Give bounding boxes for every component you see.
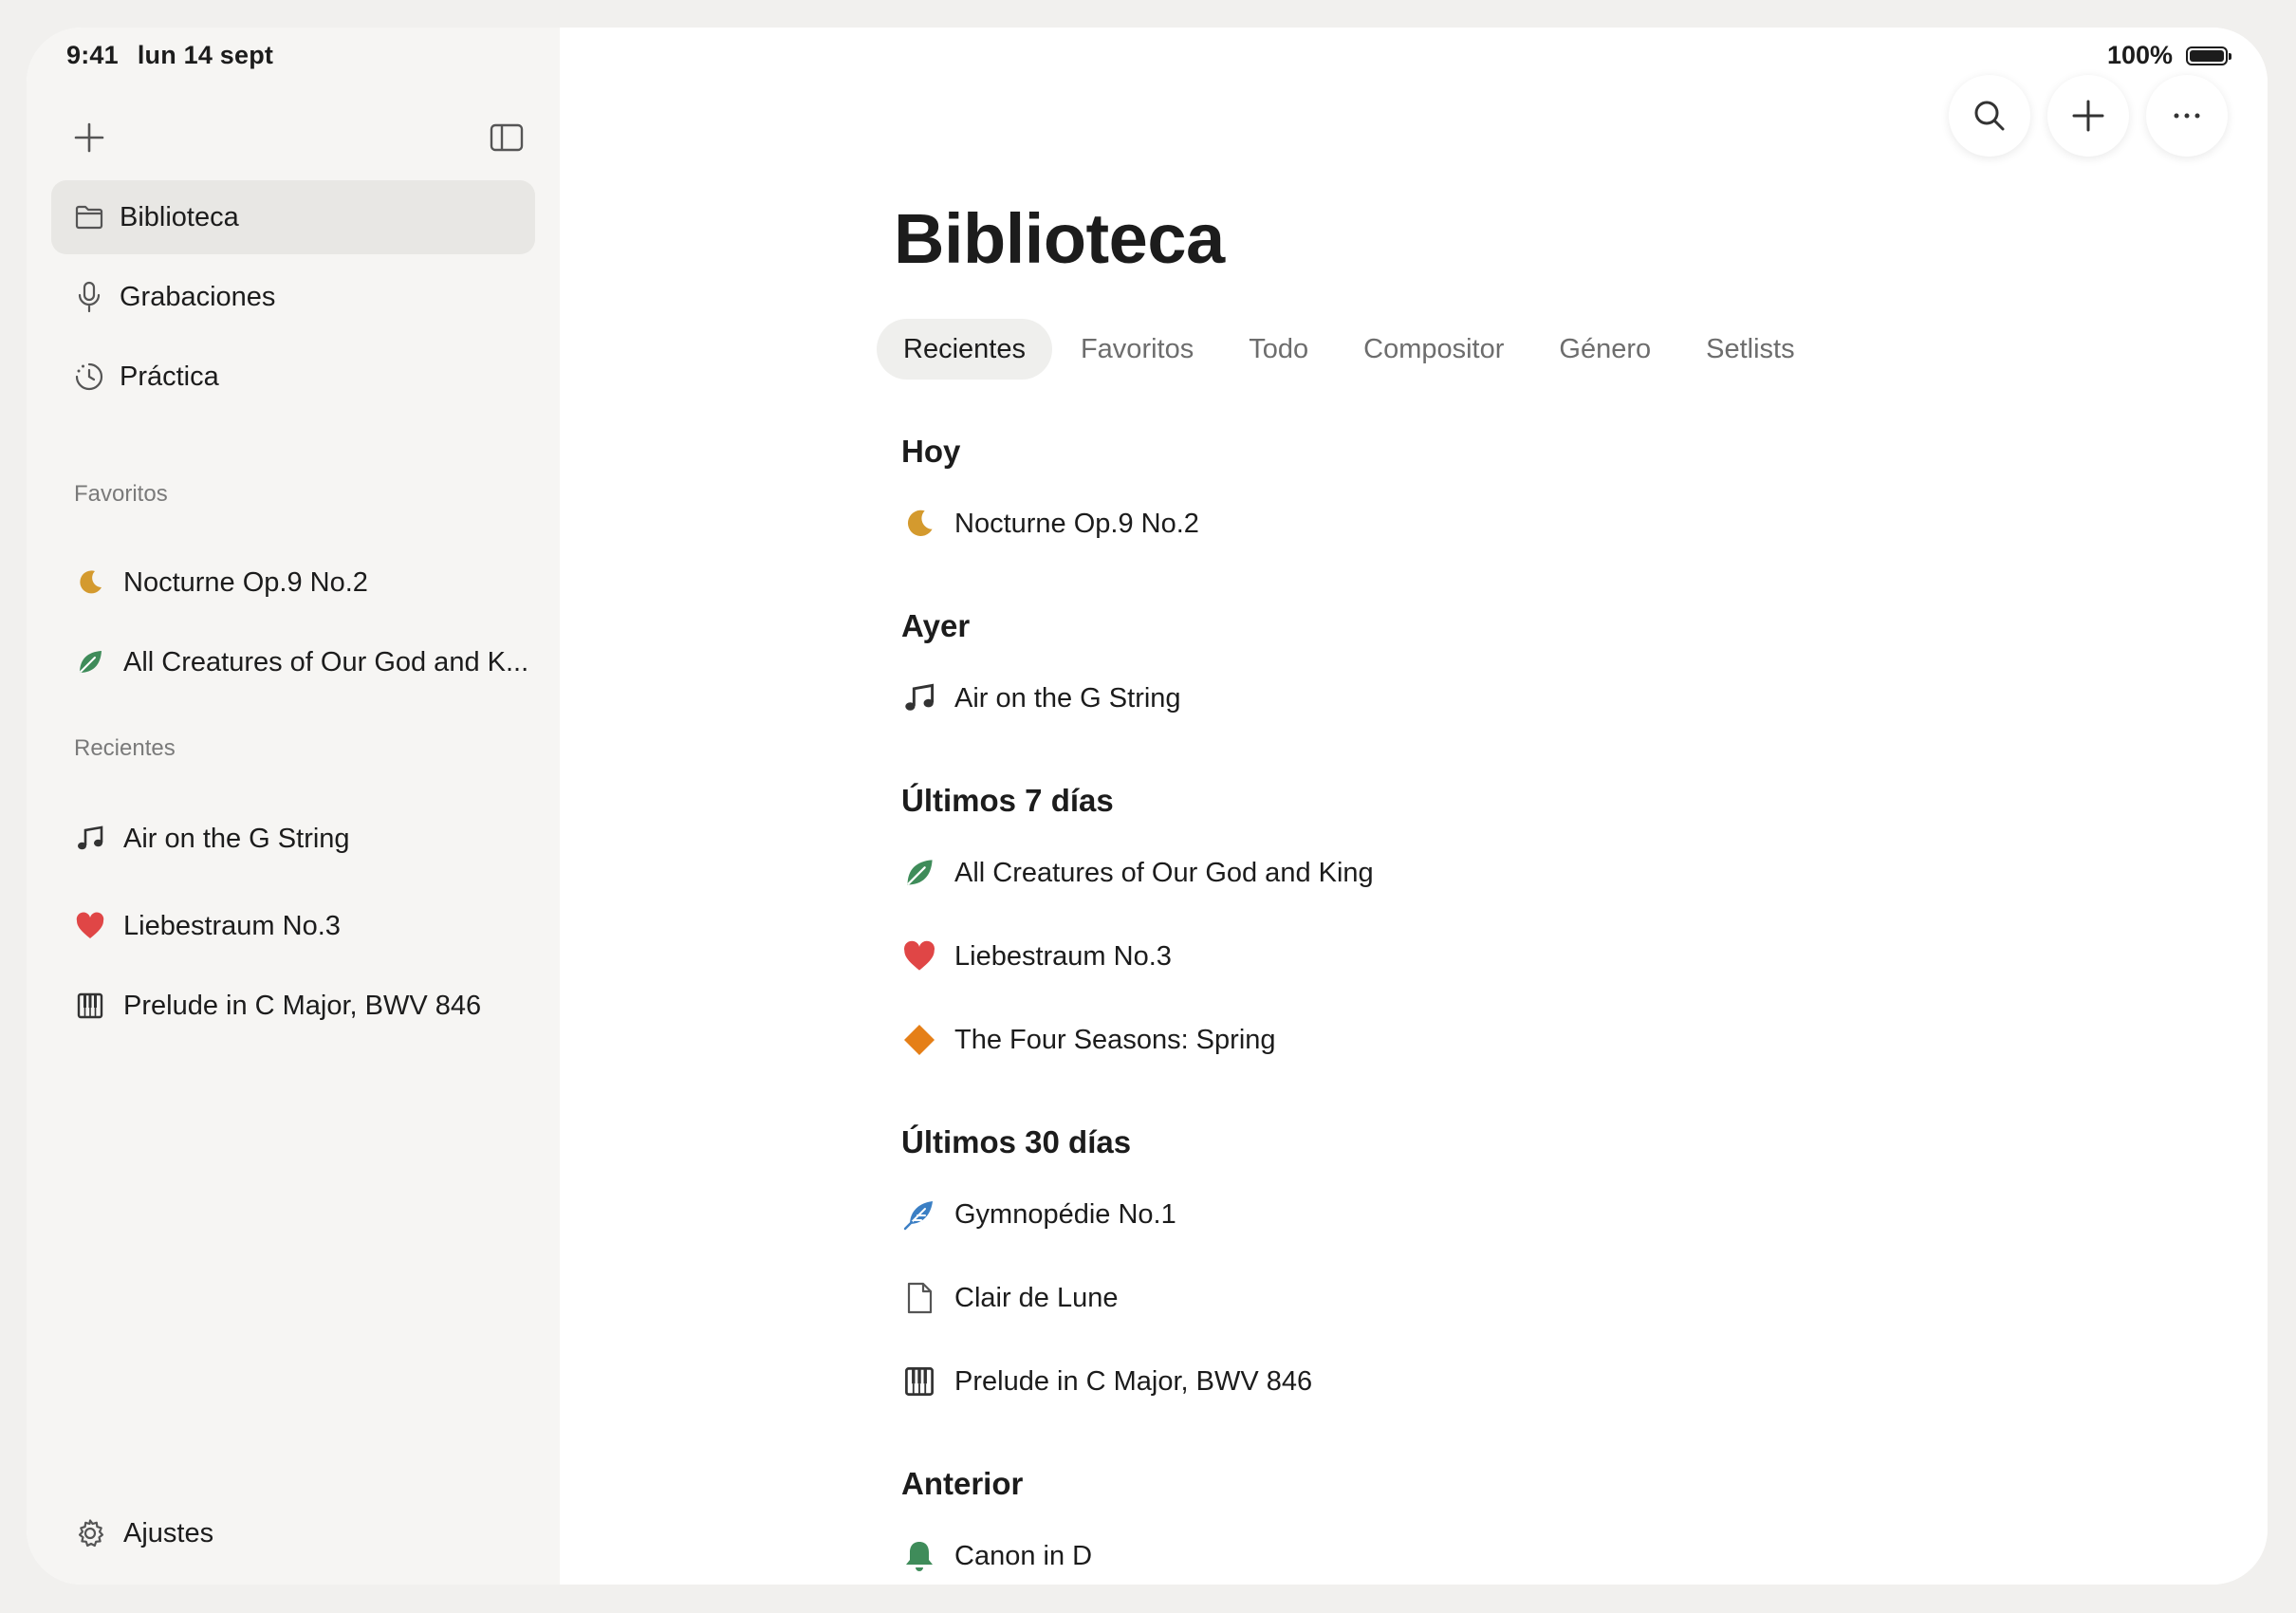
music-note-icon	[901, 680, 937, 716]
status-time: 9:41	[66, 41, 119, 69]
list-item[interactable]: Nocturne Op.9 No.2	[901, 506, 1199, 542]
list-item[interactable]: All Creatures of Our God and King	[901, 855, 1374, 891]
sidebar-recent-liebestraum[interactable]: Liebestraum No.3	[74, 910, 341, 942]
piano-icon	[901, 1363, 937, 1400]
new-item-button[interactable]	[66, 115, 112, 160]
sidebar-recent-prelude[interactable]: Prelude in C Major, BWV 846	[74, 990, 481, 1022]
practice-timer-icon	[72, 360, 106, 394]
plus-icon	[2072, 100, 2104, 132]
list-item[interactable]: Canon in D	[901, 1538, 1092, 1574]
sidebar-recent-air[interactable]: Air on the G String	[74, 823, 350, 855]
status-date: lun 14 sept	[137, 41, 274, 69]
status-clock: 9:41 lun 14 sept	[66, 41, 292, 70]
tab-compositor[interactable]: Compositor	[1337, 319, 1530, 380]
group-title-ultimos-30-dias: Últimos 30 días	[901, 1124, 1132, 1159]
microphone-icon	[72, 280, 106, 314]
list-item-label: All Creatures of Our God and King	[954, 857, 1374, 888]
list-item-label: Nocturne Op.9 No.2	[954, 508, 1199, 539]
sidebar-item-grabaciones[interactable]: Grabaciones	[51, 260, 535, 334]
sidebar-favorite-label: Nocturne Op.9 No.2	[123, 566, 368, 598]
group-title-ultimos-7-dias: Últimos 7 días	[901, 783, 1114, 818]
sidebar-toggle-icon	[490, 123, 524, 152]
tab-setlists[interactable]: Setlists	[1679, 319, 1821, 380]
toggle-sidebar-button[interactable]	[484, 115, 529, 160]
filter-tabs: Recientes Favoritos Todo Compositor Géne…	[877, 319, 1824, 380]
add-button[interactable]	[2047, 75, 2129, 157]
heart-icon	[901, 938, 937, 974]
feather-icon	[901, 1196, 937, 1233]
tab-favoritos[interactable]: Favoritos	[1054, 319, 1220, 380]
list-item-label: Air on the G String	[954, 682, 1181, 714]
plus-icon	[74, 122, 104, 153]
sidebar-item-biblioteca[interactable]: Biblioteca	[51, 180, 535, 254]
list-item[interactable]: Prelude in C Major, BWV 846	[901, 1363, 1312, 1400]
battery-percent: 100%	[2106, 41, 2173, 69]
list-item[interactable]: Air on the G String	[901, 680, 1181, 716]
list-item-label: Liebestraum No.3	[954, 940, 1172, 972]
sidebar-favorite-label: All Creatures of Our God and K...	[123, 646, 529, 677]
folder-icon	[72, 200, 106, 234]
recents-section-title: Recientes	[74, 735, 176, 761]
leaf-icon	[901, 855, 937, 891]
favorites-section-title: Favoritos	[74, 481, 168, 507]
group-title-ayer: Ayer	[901, 608, 971, 643]
battery-icon	[2186, 46, 2231, 65]
page-title: Biblioteca	[894, 199, 1225, 278]
list-item-label: The Four Seasons: Spring	[954, 1024, 1276, 1055]
list-item[interactable]: Clair de Lune	[901, 1280, 1119, 1316]
bell-icon	[901, 1538, 937, 1574]
music-note-icon	[74, 823, 106, 855]
search-icon	[1974, 101, 2005, 131]
settings-button[interactable]: Ajustes	[74, 1517, 213, 1549]
group-title-hoy: Hoy	[901, 434, 961, 469]
list-item[interactable]: The Four Seasons: Spring	[901, 1022, 1276, 1058]
list-item[interactable]: Liebestraum No.3	[901, 938, 1172, 974]
main-content: 100% Biblioteca Recientes Favoritos Todo…	[560, 28, 2268, 1585]
list-item[interactable]: Gymnopédie No.1	[901, 1196, 1176, 1233]
sidebar-favorite-nocturne[interactable]: Nocturne Op.9 No.2	[74, 566, 368, 599]
settings-label: Ajustes	[123, 1517, 214, 1548]
tab-recientes[interactable]: Recientes	[877, 319, 1052, 380]
list-item-label: Prelude in C Major, BWV 846	[954, 1365, 1313, 1397]
list-item-label: Gymnopédie No.1	[954, 1198, 1176, 1230]
sidebar-favorite-all-creatures[interactable]: All Creatures of Our God and K...	[74, 646, 528, 678]
tab-todo[interactable]: Todo	[1222, 319, 1335, 380]
sidebar-item-label: Biblioteca	[120, 201, 239, 232]
group-title-anterior: Anterior	[901, 1466, 1024, 1501]
ellipsis-icon	[2174, 113, 2200, 119]
sidebar-recent-label: Prelude in C Major, BWV 846	[123, 990, 482, 1021]
list-item-label: Canon in D	[954, 1540, 1093, 1571]
ipad-screen: 9:41 lun 14 sept Biblioteca Grabaciones P…	[27, 28, 2268, 1585]
sidebar-recent-label: Air on the G String	[123, 823, 350, 854]
sidebar: 9:41 lun 14 sept Biblioteca Grabaciones P…	[27, 28, 560, 1585]
sidebar-recent-label: Liebestraum No.3	[123, 910, 341, 941]
leaf-icon	[74, 646, 106, 678]
list-item-label: Clair de Lune	[954, 1282, 1119, 1313]
piano-icon	[74, 990, 106, 1022]
sidebar-item-label: Práctica	[120, 361, 219, 392]
heart-icon	[74, 910, 106, 942]
sidebar-item-practica[interactable]: Práctica	[51, 340, 535, 414]
status-battery: 100%	[2106, 41, 2231, 70]
more-button[interactable]	[2146, 75, 2228, 157]
document-icon	[901, 1280, 937, 1316]
gear-icon	[74, 1517, 106, 1549]
search-button[interactable]	[1949, 75, 2030, 157]
moon-icon	[901, 506, 937, 542]
diamond-icon	[901, 1022, 937, 1058]
tab-genero[interactable]: Género	[1532, 319, 1677, 380]
sidebar-item-label: Grabaciones	[120, 281, 276, 312]
moon-icon	[74, 566, 106, 599]
